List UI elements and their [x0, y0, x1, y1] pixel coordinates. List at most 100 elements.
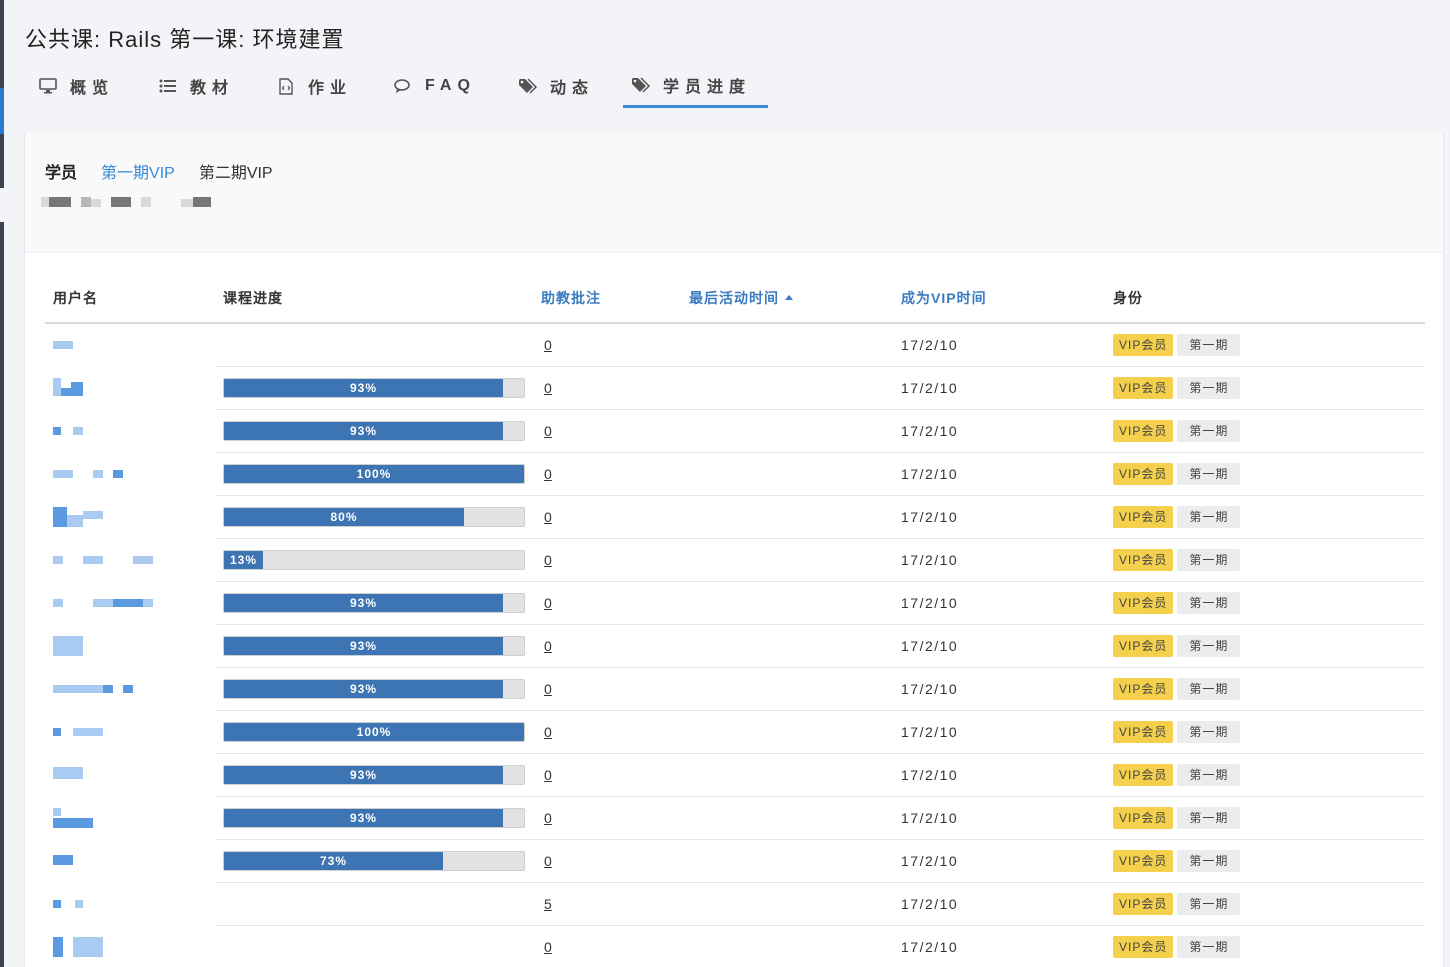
username-link[interactable] — [53, 936, 183, 957]
username-cell — [45, 796, 215, 839]
file-code-icon — [276, 76, 296, 96]
col-notes-sort[interactable]: 助教批注 — [533, 273, 681, 324]
notes-count-link[interactable]: 0 — [541, 509, 555, 525]
vip-since-date: 17/2/10 — [901, 422, 959, 439]
last-active-cell — [681, 624, 893, 668]
notes-count-link[interactable]: 0 — [541, 595, 555, 611]
progress-bar-fill: 93% — [224, 679, 503, 698]
username-link[interactable] — [53, 593, 183, 613]
username-link[interactable] — [53, 765, 183, 785]
col-username: 用户名 — [45, 273, 215, 324]
notes-cell: 0 — [533, 323, 681, 367]
col-vip-since-sort[interactable]: 成为VIP时间 — [893, 273, 1105, 324]
notes-count-link[interactable]: 0 — [541, 724, 555, 740]
username-link[interactable] — [53, 464, 183, 484]
username-link[interactable] — [53, 894, 183, 914]
tab-activity[interactable]: 动态 — [510, 64, 620, 108]
group-filter-item-first[interactable]: 第一期VIP — [101, 159, 175, 183]
vip-since-cell: 17/2/10 — [893, 710, 1105, 754]
tab-label: 概览 — [70, 80, 115, 97]
progress-bar: 93% — [223, 377, 525, 398]
vip-since-cell: 17/2/10 — [893, 409, 1105, 453]
username-link[interactable] — [53, 335, 183, 355]
username-link[interactable] — [53, 722, 183, 742]
username-link[interactable] — [53, 377, 183, 398]
progress-cell: 73% — [215, 839, 533, 883]
role-cell: VIP会员 第一期 — [1105, 323, 1425, 367]
notes-count-link[interactable]: 5 — [541, 896, 555, 912]
username-link[interactable] — [53, 635, 183, 656]
notes-cell: 0 — [533, 839, 681, 883]
vip-since-date: 17/2/10 — [901, 551, 959, 568]
username-link[interactable] — [53, 550, 183, 570]
notes-cell: 0 — [533, 796, 681, 840]
last-active-cell — [681, 495, 893, 539]
period-badge: 第一期 — [1177, 505, 1241, 528]
username-link[interactable] — [53, 851, 183, 871]
vip-since-cell: 17/2/10 — [893, 839, 1105, 883]
table-row: 0 17/2/10 VIP会员 第一期 — [45, 323, 1425, 367]
username-link[interactable] — [53, 506, 183, 527]
vip-since-date: 17/2/10 — [901, 895, 959, 912]
notes-count-link[interactable]: 0 — [541, 681, 555, 697]
notes-count-link[interactable]: 0 — [541, 423, 555, 439]
group-filter-item-second[interactable]: 第二期VIP — [199, 159, 273, 183]
tab-homework[interactable]: 作业 — [268, 64, 368, 108]
notes-cell: 0 — [533, 710, 681, 754]
vip-member-badge: VIP会员 — [1113, 634, 1174, 657]
progress-bar: 93% — [223, 420, 525, 441]
period-badge: 第一期 — [1177, 376, 1241, 399]
notes-cell: 0 — [533, 452, 681, 496]
notes-count-link[interactable]: 0 — [541, 337, 555, 353]
last-active-cell — [681, 667, 893, 711]
role-cell: VIP会员 第一期 — [1105, 495, 1425, 539]
vip-since-date: 17/2/10 — [901, 938, 959, 955]
vip-since-date: 17/2/10 — [901, 766, 959, 783]
notes-count-link[interactable]: 0 — [541, 853, 555, 869]
progress-bar-fill: 80% — [224, 507, 464, 526]
notes-count-link[interactable]: 0 — [541, 380, 555, 396]
notes-count-link[interactable]: 0 — [541, 638, 555, 654]
username-link[interactable] — [53, 679, 183, 699]
table-row: 93% 0 17/2/10 VIP会员 第一期 — [45, 409, 1425, 453]
tab-overview[interactable]: 概览 — [30, 64, 130, 108]
username-cell — [45, 925, 215, 967]
col-last-active-sort[interactable]: 最后活动时间 — [681, 273, 893, 324]
period-badge: 第一期 — [1177, 677, 1241, 700]
notes-count-link[interactable]: 0 — [541, 810, 555, 826]
notes-cell: 0 — [533, 495, 681, 539]
vip-since-cell: 17/2/10 — [893, 581, 1105, 625]
username-cell — [45, 753, 215, 796]
notes-cell: 0 — [533, 409, 681, 453]
vip-since-date: 17/2/10 — [901, 508, 959, 525]
progress-bar-fill: 100% — [224, 464, 524, 483]
vip-since-cell: 17/2/10 — [893, 882, 1105, 926]
vip-since-date: 17/2/10 — [901, 465, 959, 482]
username-link[interactable] — [53, 807, 183, 828]
period-badge: 第一期 — [1177, 763, 1241, 786]
vip-since-cell: 17/2/10 — [893, 323, 1105, 367]
username-cell — [45, 366, 215, 409]
progress-cell: 93% — [215, 753, 533, 797]
vip-since-cell: 17/2/10 — [893, 753, 1105, 797]
notes-count-link[interactable]: 0 — [541, 466, 555, 482]
notes-cell: 0 — [533, 624, 681, 668]
tab-student-progress[interactable]: 学员进度 — [623, 64, 768, 108]
tab-materials[interactable]: 教材 — [150, 64, 250, 108]
table-row: 5 17/2/10 VIP会员 第一期 — [45, 882, 1425, 926]
vip-since-date: 17/2/10 — [901, 594, 959, 611]
tags-icon — [631, 75, 651, 95]
progress-cell — [215, 323, 533, 367]
table-header-row: 用户名 课程进度 助教批注 最后活动时间 成为VIP时间 身份 — [45, 273, 1425, 324]
vip-since-cell: 17/2/10 — [893, 538, 1105, 582]
notes-count-link[interactable]: 0 — [541, 767, 555, 783]
notes-count-link[interactable]: 0 — [541, 552, 555, 568]
notes-cell: 0 — [533, 925, 681, 967]
notes-count-link[interactable]: 0 — [541, 939, 555, 955]
username-link[interactable] — [53, 421, 183, 441]
tab-faq[interactable]: FAQ — [385, 64, 495, 108]
table-row: 93% 0 17/2/10 VIP会员 第一期 — [45, 366, 1425, 410]
last-active-cell — [681, 581, 893, 625]
vip-member-badge: VIP会员 — [1113, 591, 1174, 614]
vip-member-badge: VIP会员 — [1113, 677, 1174, 700]
